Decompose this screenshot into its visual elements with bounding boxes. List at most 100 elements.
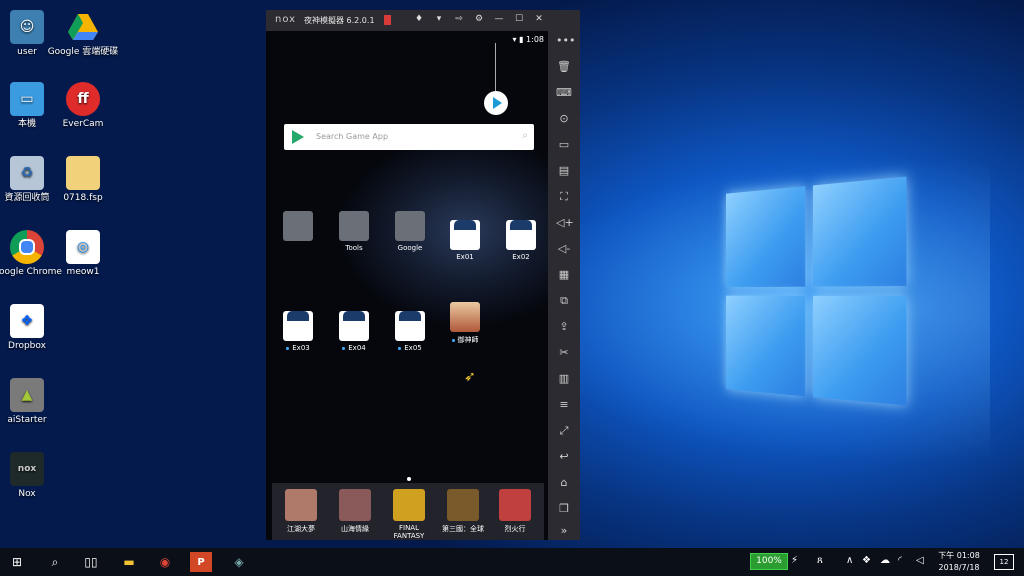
android-home-screen[interactable]: ▾ ▮ 1:08 Search Game App ⌕ Tools Google (266, 31, 548, 540)
search-bar[interactable]: Search Game App ⌕ (284, 124, 534, 150)
game-app-icon (393, 489, 425, 521)
dock-app[interactable]: 第三國：全球 (438, 489, 488, 534)
dock-app[interactable]: 烈火行 (490, 489, 540, 534)
clock-time: 下午 01:08 (938, 551, 980, 560)
search-icon[interactable]: ⌕ (522, 130, 528, 141)
app-ex02[interactable]: Ex02 (496, 211, 546, 261)
powerpoint-icon[interactable]: P (190, 552, 212, 572)
people-icon[interactable]: ጸ (817, 555, 823, 566)
desktop-icon-evercam[interactable]: ff EverCam (46, 82, 120, 130)
dock-app-label: 山海情緣 (341, 525, 369, 533)
desktop-icon-label: meow1 (66, 267, 100, 277)
scissors-icon[interactable]: ✂ (556, 345, 572, 361)
windows-logo (726, 176, 912, 412)
dock-app[interactable]: 江湖大夢 (276, 489, 326, 534)
gear-icon[interactable]: ⚙ (472, 14, 486, 24)
folder-icon (395, 211, 425, 241)
desktop-icon-aistarter[interactable]: ▲ aiStarter (0, 378, 64, 426)
nox-taskbar-icon[interactable]: ◈ (228, 552, 250, 572)
dock-app-label: 第三國：全球 (442, 525, 484, 533)
dropbox-tray-icon[interactable]: ❖ (862, 555, 871, 566)
dock-app[interactable]: FINAL FANTASY (384, 489, 434, 540)
dock-app-label: 江湖大夢 (287, 525, 315, 533)
chart-icon[interactable]: ▥ (556, 371, 572, 387)
app-onmyoji[interactable]: 御神師 (440, 302, 490, 345)
keyboard-icon[interactable]: ⌨ (556, 85, 572, 101)
home-icon[interactable]: ⌂ (556, 475, 572, 491)
back-icon[interactable]: ↩ (556, 449, 572, 465)
tip-line (495, 43, 496, 91)
location-icon[interactable]: ⊙ (556, 111, 572, 127)
trash-icon[interactable]: 🗑 (556, 59, 572, 75)
evercam-icon: ff (66, 82, 100, 116)
screen-icon[interactable]: ▭ (556, 137, 572, 153)
folder-icon (283, 211, 313, 241)
google-drive-icon (66, 10, 100, 44)
battery-indicator[interactable]: 100% (750, 553, 788, 570)
notification-badge (384, 15, 391, 25)
volume-up-icon[interactable]: ◁+ (556, 215, 574, 231)
maximize-icon[interactable]: ☐ (512, 14, 526, 24)
desktop-icon-label: Google 雲端硬碟 (47, 47, 119, 57)
app-google[interactable]: Google (385, 211, 435, 252)
recent-icon[interactable]: ❐ (556, 501, 572, 517)
chrome-icon (10, 230, 44, 264)
game-app-icon (285, 489, 317, 521)
task-view-icon[interactable]: ▯▯ (80, 552, 102, 572)
more-icon[interactable]: ••• (556, 33, 575, 49)
menu-icon[interactable]: ≡ (556, 397, 572, 413)
install-icon[interactable]: ⇪ (556, 319, 572, 335)
nox-emulator-window[interactable]: nox 夜神模擬器 6.2.0.1 ♦ ▾ ⇨ ⚙ — ☐ ✕ ▾ ▮ 1:08… (266, 10, 580, 540)
app-ex05[interactable]: Ex05 (385, 302, 435, 352)
desktop-icon-file-0718[interactable]: 0718.fsp (46, 156, 120, 204)
clock[interactable]: 下午 01:08 2018/7/18 (934, 550, 984, 574)
file-explorer-icon[interactable]: ▬ (118, 552, 140, 572)
multi-window-icon[interactable]: ⧉ (556, 293, 572, 309)
app-tools[interactable]: Tools (329, 211, 379, 252)
app-ex03[interactable]: Ex03 (273, 302, 323, 352)
app-folder[interactable] (273, 211, 323, 244)
desktop-icon-meow1[interactable]: ◎ meow1 (46, 230, 120, 278)
chrome-icon[interactable]: ◉ (154, 552, 176, 572)
apk-icon[interactable]: ▤ (556, 163, 572, 179)
app-ex04[interactable]: Ex04 (329, 302, 379, 352)
dock-app-label: 烈火行 (504, 525, 526, 533)
plug-icon[interactable]: ⚡ (791, 555, 798, 566)
folder-icon (339, 211, 369, 241)
android-status-bar: ▾ ▮ 1:08 (512, 35, 544, 44)
nox-title-bar[interactable]: nox 夜神模擬器 6.2.0.1 ♦ ▾ ⇨ ⚙ — ☐ ✕ (266, 10, 580, 31)
chevron-up-icon[interactable]: ∧ (846, 555, 853, 566)
desktop-icon-label: Nox (18, 489, 36, 499)
app-label: Ex01 (456, 253, 474, 261)
minimize-icon[interactable]: — (492, 14, 506, 24)
desktop-icon-dropbox[interactable]: ❖ Dropbox (0, 304, 64, 352)
rocket-icon: ➶ (464, 369, 476, 385)
dropdown-icon[interactable]: ▾ (432, 14, 446, 24)
ex-app-icon (395, 311, 425, 341)
app-label: Ex04 (348, 344, 366, 352)
close-icon[interactable]: ✕ (532, 14, 546, 24)
cloud-icon[interactable]: ☁ (880, 555, 890, 566)
expand-icon[interactable]: » (556, 523, 572, 539)
ex-app-icon (283, 311, 313, 341)
wifi-icon[interactable]: ◜ (898, 555, 902, 566)
fullscreen-icon[interactable]: ⛶ (556, 189, 572, 205)
volume-icon[interactable]: ◁ (916, 555, 924, 566)
desktop-icon-google-drive[interactable]: Google 雲端硬碟 (46, 10, 120, 58)
desktop-icon-label: 本機 (17, 119, 36, 129)
shirt-icon[interactable]: ♦ (412, 14, 426, 24)
notification-center-icon[interactable]: 12 (994, 554, 1014, 570)
windows-start-icon[interactable]: ⊞ (6, 552, 28, 572)
pin-icon[interactable]: ⇨ (452, 14, 466, 24)
resize-icon[interactable]: ⤢ (556, 423, 572, 439)
toolbox-icon[interactable]: ▦ (556, 267, 572, 283)
nox-sidebar: ••• 🗑 ⌨ ⊙ ▭ ▤ ⛶ ◁+ ◁- ▦ ⧉ ⇪ ✂ ▥ ≡ ⤢ ↩ ⌂ … (548, 31, 580, 540)
play-store-icon[interactable] (484, 91, 508, 115)
taskbar: ⊞ ⌕ ▯▯ ▬ ◉ P ◈ 100% ⚡ ጸ ∧ ❖ ☁ ◜ ◁ 下午 01:… (0, 548, 1024, 576)
volume-down-icon[interactable]: ◁- (556, 241, 572, 257)
desktop-icon-nox[interactable]: nox Nox (0, 452, 64, 500)
app-ex01[interactable]: Ex01 (440, 211, 490, 261)
app-label: Ex05 (404, 344, 422, 352)
search-icon[interactable]: ⌕ (44, 552, 66, 572)
dock-app[interactable]: 山海情緣 (330, 489, 380, 534)
